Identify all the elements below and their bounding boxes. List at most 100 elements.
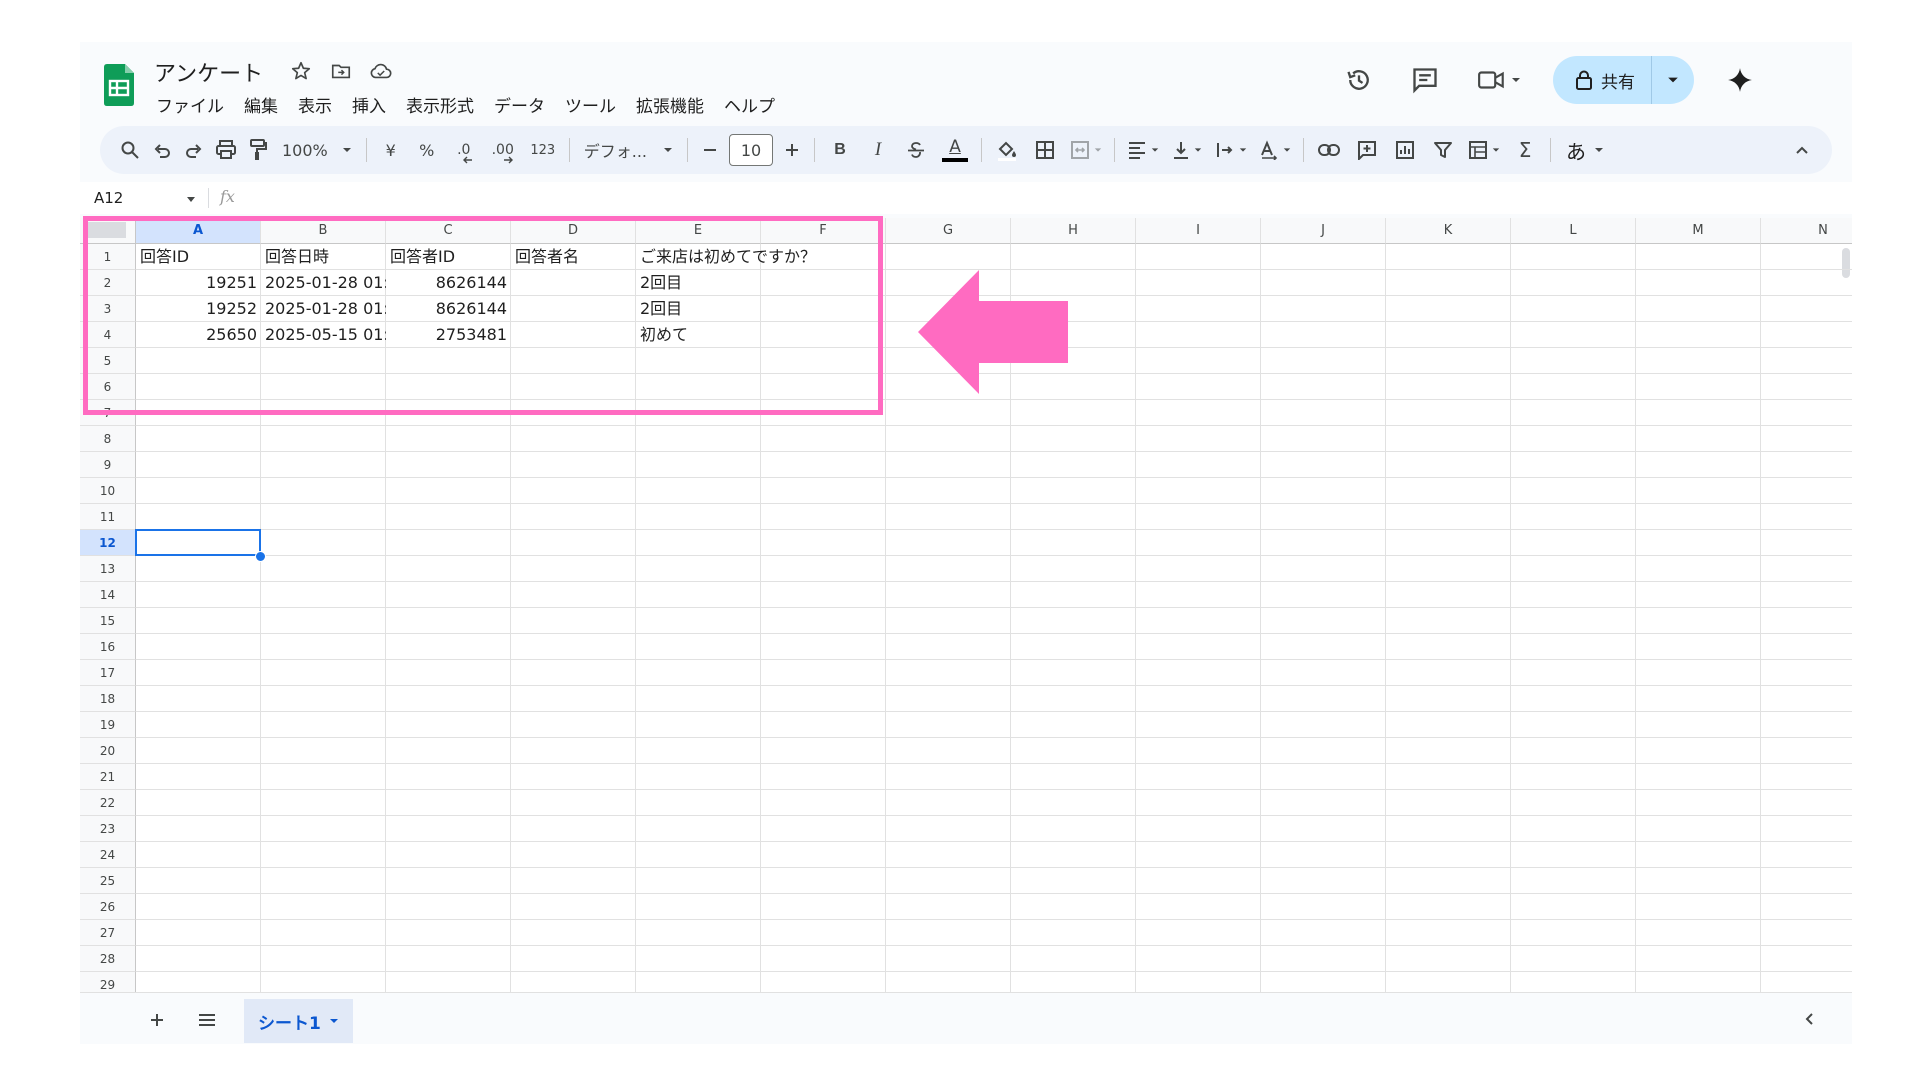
filter-icon[interactable] — [1424, 132, 1462, 168]
row-header-8[interactable]: 8 — [80, 426, 136, 452]
row-header-14[interactable]: 14 — [80, 582, 136, 608]
vertical-align-icon[interactable] — [1165, 132, 1209, 168]
document-title[interactable]: アンケート — [154, 56, 263, 88]
menu-help[interactable]: ヘルプ — [724, 92, 775, 117]
move-folder-icon[interactable] — [328, 58, 354, 84]
zoom-select[interactable]: 100% — [274, 132, 360, 168]
row-header-19[interactable]: 19 — [80, 712, 136, 738]
collapse-side-panel-icon[interactable] — [1798, 1007, 1822, 1031]
star-icon[interactable] — [288, 58, 314, 84]
gemini-icon[interactable] — [1720, 60, 1760, 100]
fill-handle[interactable] — [255, 551, 266, 562]
row-header-18[interactable]: 18 — [80, 686, 136, 712]
row-header-11[interactable]: 11 — [80, 504, 136, 530]
comment-icon[interactable] — [1405, 60, 1445, 100]
row-header-22[interactable]: 22 — [80, 790, 136, 816]
redo-icon[interactable] — [178, 132, 210, 168]
gridline — [136, 659, 1852, 660]
zoom-value: 100% — [282, 140, 328, 160]
row-header-9[interactable]: 9 — [80, 452, 136, 478]
menu-file[interactable]: ファイル — [156, 92, 224, 117]
row-header-16[interactable]: 16 — [80, 634, 136, 660]
row-header-25[interactable]: 25 — [80, 868, 136, 894]
column-header-j[interactable]: J — [1261, 218, 1386, 244]
row-header-13[interactable]: 13 — [80, 556, 136, 582]
filter-views-icon[interactable] — [1462, 132, 1506, 168]
text-wrapping-icon[interactable] — [1209, 132, 1253, 168]
meet-icon[interactable] — [1471, 60, 1527, 100]
vertical-scroll-thumb[interactable] — [1842, 248, 1850, 278]
insert-chart-icon[interactable] — [1386, 132, 1424, 168]
input-tools-button[interactable]: あ — [1557, 132, 1613, 168]
column-header-k[interactable]: K — [1386, 218, 1511, 244]
percent-format-button[interactable]: % — [409, 132, 445, 168]
column-header-g[interactable]: G — [886, 218, 1011, 244]
menu-data[interactable]: データ — [494, 92, 545, 117]
increase-font-size-button[interactable] — [776, 132, 808, 168]
gridline — [1760, 244, 1761, 992]
add-sheet-button[interactable] — [142, 1005, 172, 1035]
functions-button[interactable]: Σ — [1506, 132, 1544, 168]
version-history-icon[interactable] — [1339, 60, 1379, 100]
strikethrough-icon[interactable] — [897, 132, 935, 168]
font-size-input[interactable]: 10 — [729, 134, 774, 166]
row-header-28[interactable]: 28 — [80, 946, 136, 972]
caret-down-icon[interactable] — [329, 1016, 339, 1026]
row-header-27[interactable]: 27 — [80, 920, 136, 946]
fill-color-icon[interactable] — [988, 132, 1026, 168]
insert-link-icon[interactable] — [1310, 132, 1348, 168]
merge-cells-icon[interactable] — [1064, 132, 1108, 168]
menu-lines-icon — [199, 1014, 215, 1026]
row-header-17[interactable]: 17 — [80, 660, 136, 686]
menu-insert[interactable]: 挿入 — [352, 92, 386, 117]
row-header-29[interactable]: 29 — [80, 972, 136, 992]
toolbar-divider — [365, 138, 367, 162]
increase-decimal-button[interactable]: .00 — [483, 132, 523, 168]
sheets-logo-icon[interactable] — [104, 64, 134, 106]
currency-format-button[interactable]: ¥ — [373, 132, 409, 168]
column-header-m[interactable]: M — [1636, 218, 1761, 244]
column-header-n[interactable]: N — [1761, 218, 1852, 244]
row-header-15[interactable]: 15 — [80, 608, 136, 634]
row-header-26[interactable]: 26 — [80, 894, 136, 920]
borders-icon[interactable] — [1026, 132, 1064, 168]
print-icon[interactable] — [210, 132, 242, 168]
row-header-21[interactable]: 21 — [80, 764, 136, 790]
row-header-20[interactable]: 20 — [80, 738, 136, 764]
caret-down-icon[interactable] — [186, 196, 196, 204]
italic-button[interactable]: I — [859, 132, 897, 168]
text-color-button[interactable]: A — [935, 132, 975, 168]
name-box[interactable]: A12 — [94, 189, 123, 207]
column-header-l[interactable]: L — [1511, 218, 1636, 244]
share-dropdown-button[interactable] — [1652, 56, 1694, 104]
horizontal-align-icon[interactable] — [1121, 132, 1165, 168]
all-sheets-button[interactable] — [192, 1005, 222, 1035]
undo-icon[interactable] — [146, 132, 178, 168]
paint-format-icon[interactable] — [242, 132, 274, 168]
bold-button[interactable]: B — [821, 132, 859, 168]
column-header-h[interactable]: H — [1011, 218, 1136, 244]
menu-view[interactable]: 表示 — [298, 92, 332, 117]
menu-extensions[interactable]: 拡張機能 — [636, 92, 704, 117]
font-family-select[interactable]: デフォ... — [576, 132, 681, 168]
share-button[interactable]: 共有 — [1553, 56, 1694, 104]
caret-down-icon — [1668, 77, 1678, 83]
menu-format[interactable]: 表示形式 — [406, 92, 474, 117]
search-icon[interactable] — [114, 132, 146, 168]
menu-tools[interactable]: ツール — [565, 92, 616, 117]
text-rotation-icon[interactable] — [1253, 132, 1297, 168]
sheet-tab-active[interactable]: シート1 — [244, 999, 353, 1043]
decrease-decimal-button[interactable]: .0 — [445, 132, 483, 168]
row-header-10[interactable]: 10 — [80, 478, 136, 504]
column-header-i[interactable]: I — [1136, 218, 1261, 244]
row-header-23[interactable]: 23 — [80, 816, 136, 842]
row-header-12[interactable]: 12 — [80, 530, 136, 556]
cloud-saved-icon[interactable] — [368, 58, 394, 84]
row-header-24[interactable]: 24 — [80, 842, 136, 868]
menu-edit[interactable]: 編集 — [244, 92, 278, 117]
decrease-font-size-button[interactable] — [694, 132, 726, 168]
collapse-toolbar-icon[interactable] — [1786, 132, 1818, 168]
number-format-button[interactable]: 123 — [523, 132, 563, 168]
insert-comment-icon[interactable] — [1348, 132, 1386, 168]
selected-cell-a12[interactable] — [135, 529, 261, 556]
